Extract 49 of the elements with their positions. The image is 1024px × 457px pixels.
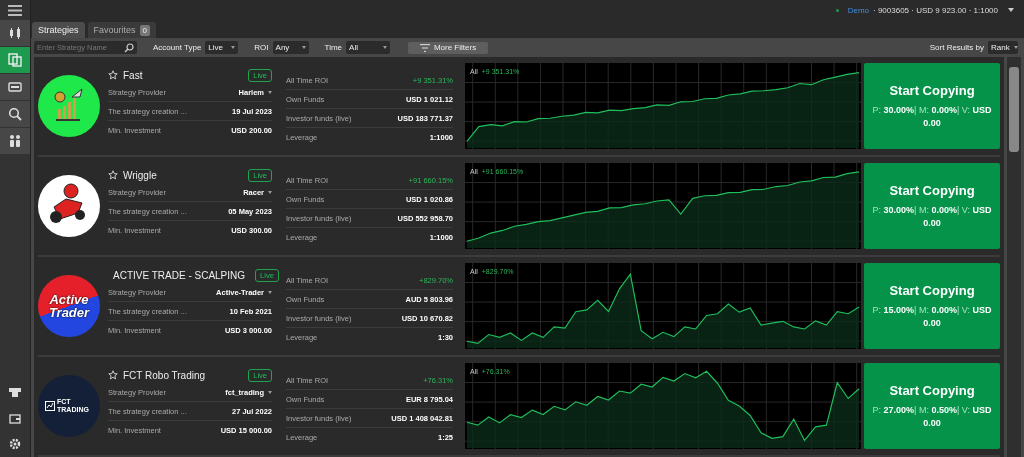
tab-label: Strategies <box>38 25 79 35</box>
motorcycle-rider-logo <box>38 175 100 237</box>
wallet-icon <box>9 412 21 424</box>
tab-label: Favourites <box>93 25 136 35</box>
more-filters-button[interactable]: More Filters <box>408 41 489 54</box>
filter-label: Time <box>324 43 343 52</box>
star-icon[interactable] <box>108 370 118 380</box>
tab[interactable]: Favourites 0 <box>87 22 156 38</box>
strategy-name[interactable]: Wriggle <box>123 169 157 181</box>
strategy-name[interactable]: Fast <box>123 69 143 81</box>
filter-dropdown[interactable]: All <box>346 41 391 54</box>
filter-label: Account Type <box>153 43 202 52</box>
sort-dropdown[interactable]: Rank <box>988 41 1018 54</box>
star-icon[interactable] <box>108 70 118 80</box>
sidebar-item[interactable] <box>0 128 30 155</box>
search-icon <box>124 42 134 53</box>
filter-label: ROI <box>254 43 269 52</box>
sidebar-item[interactable] <box>0 20 30 47</box>
status-dot <box>835 8 839 12</box>
count-badge: 0 <box>139 24 150 36</box>
scrollbar[interactable] <box>1007 57 1021 457</box>
chart-icon <box>45 401 55 411</box>
menu-icon <box>8 4 22 16</box>
strategy-name[interactable]: ACTIVE TRADE - SCALPING <box>113 269 246 281</box>
tab[interactable]: Strategies <box>32 22 85 38</box>
start-copying-button[interactable]: Start Copying P: 30.00%| M: 0.00%| V: USD 0.00 <box>864 63 1000 149</box>
search-icon <box>8 107 22 121</box>
account-mode-link[interactable]: Demo <box>847 5 869 15</box>
filter-dropdown[interactable]: Any <box>272 41 309 54</box>
star-icon[interactable] <box>108 170 118 180</box>
copy-icon <box>8 53 22 67</box>
start-copying-button[interactable]: Start Copying P: 27.00%| M: 0.50%| V: USD 0.00 <box>864 363 1000 449</box>
filter-icon <box>419 43 430 52</box>
strategy-name[interactable]: FCT Robo Trading <box>123 369 206 381</box>
candlestick-icon <box>8 26 22 40</box>
sort-label: Sort Results by <box>929 43 984 52</box>
sidebar-item[interactable] <box>0 47 30 74</box>
sidebar-item[interactable] <box>0 101 30 128</box>
sidebar-item[interactable] <box>0 74 30 101</box>
monitor-icon <box>8 81 22 93</box>
caret-icon[interactable] <box>1008 8 1014 12</box>
filter-dropdown[interactable]: Live <box>205 41 239 54</box>
settings-icon <box>9 438 21 450</box>
people-icon <box>8 134 22 148</box>
start-copying-button[interactable]: Start Copying P: 15.00%| M: 0.00%| V: USD 0.00 <box>864 263 1000 349</box>
account-details: · 9003605 · USD 9 923.00 · 1:1000 <box>873 5 998 15</box>
logo-badge: Active Trader <box>38 275 100 337</box>
start-copying-button[interactable]: Start Copying P: 30.00%| M: 0.00%| V: USD 0.00 <box>864 163 1000 249</box>
rocket-chart-logo <box>38 75 100 137</box>
